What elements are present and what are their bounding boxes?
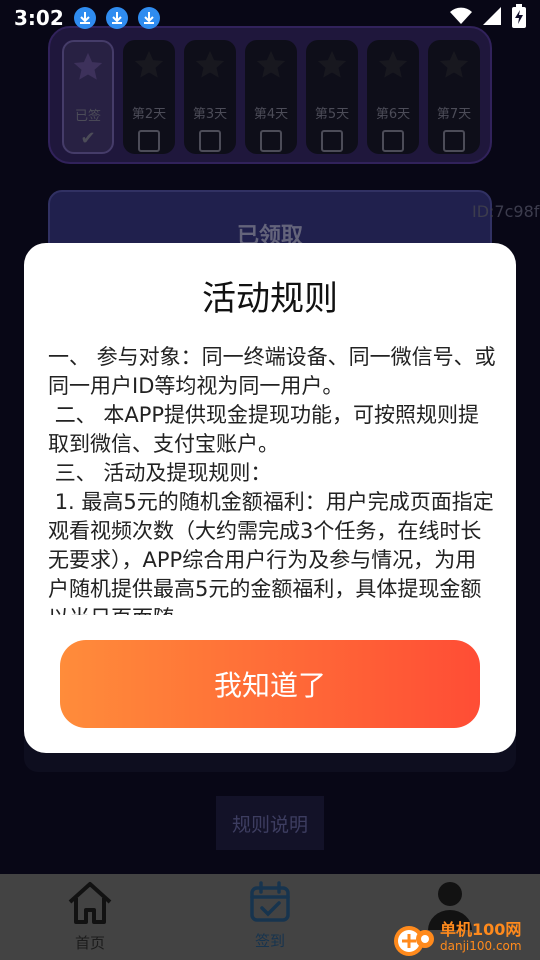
status-time: 3:02 <box>14 6 64 30</box>
download-icon <box>105 7 128 29</box>
ok-button-label: 我知道了 <box>213 669 326 702</box>
watermark-logo-icon <box>392 915 436 959</box>
dialog-body[interactable]: 一、 参与对象：同一终端设备、同一微信号、或同一用户ID等均视为同一用户。 二、… <box>48 343 496 615</box>
ok-button[interactable]: 我知道了 <box>60 640 480 728</box>
watermark-url: danji100.com <box>440 939 522 953</box>
rules-dialog: 活动规则 一、 参与对象：同一终端设备、同一微信号、或同一用户ID等均视为同一用… <box>24 243 516 753</box>
signal-icon <box>482 6 502 30</box>
watermark-name: 单机100网 <box>440 920 522 939</box>
status-bar: 3:02 <box>0 0 540 36</box>
rule-paragraph: 二、 本APP提供现金提现功能，可按照规则提取到微信、支付宝账户。 <box>48 403 480 456</box>
watermark: 单机100网 danji100.com <box>392 914 540 960</box>
battery-charging-icon <box>512 4 526 32</box>
rule-paragraph: 三、 活动及提现规则： <box>48 461 272 485</box>
download-icon <box>73 7 96 29</box>
wifi-icon <box>450 7 472 29</box>
download-icon <box>137 7 160 29</box>
rule-paragraph: 一、 参与对象：同一终端设备、同一微信号、或同一用户ID等均视为同一用户。 <box>48 345 496 398</box>
dialog-title: 活动规则 <box>202 279 338 319</box>
rule-paragraph: 1. 最高5元的随机金额福利：用户完成页面指定观看视频次数（大约需完成3个任务，… <box>48 490 494 615</box>
